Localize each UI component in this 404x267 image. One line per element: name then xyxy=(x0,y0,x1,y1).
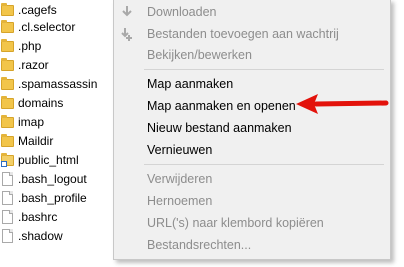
file-icon xyxy=(1,209,14,224)
file-icon xyxy=(1,190,14,205)
folder-icon xyxy=(1,38,14,53)
folder-icon xyxy=(1,76,14,91)
file-name: .bashrc xyxy=(18,209,58,224)
context-menu: Downloaden Bestanden toevoegen aan wacht… xyxy=(113,0,391,260)
folder-link-icon xyxy=(1,152,14,167)
menu-item-add-to-queue[interactable]: Bestanden toevoegen aan wachtrij xyxy=(114,23,390,45)
file-name: imap xyxy=(18,114,45,129)
folder-icon xyxy=(1,57,14,72)
folder-icon xyxy=(1,95,14,110)
file-icon xyxy=(1,171,14,186)
file-list-item[interactable]: public_html xyxy=(1,150,119,169)
file-name: .bash_logout xyxy=(18,171,87,186)
file-name: Maildir xyxy=(18,133,54,148)
file-list-item[interactable]: domains xyxy=(1,93,119,112)
file-name: .razor xyxy=(18,57,49,72)
menu-item-label: Vernieuwen xyxy=(147,143,213,157)
file-name: .php xyxy=(18,38,42,53)
file-name: domains xyxy=(18,95,64,110)
menu-item-label: URL('s) naar klembord kopiëren xyxy=(147,216,324,230)
file-list-item[interactable]: imap xyxy=(1,112,119,131)
menu-item-create-directory[interactable]: Map aanmaken xyxy=(114,73,390,95)
menu-item-label: Map aanmaken xyxy=(147,77,234,91)
file-list-item[interactable]: .php xyxy=(1,36,119,55)
menu-item-download[interactable]: Downloaden xyxy=(114,1,390,23)
file-list-item[interactable]: .shadow xyxy=(1,226,119,245)
menu-item-label: Map aanmaken en openen xyxy=(147,99,296,113)
download-arrow-icon xyxy=(120,5,134,19)
menu-item-label: Hernoemen xyxy=(147,194,213,208)
file-list-item[interactable]: .cl.selector xyxy=(1,17,119,36)
menu-item-file-permissions[interactable]: Bestandsrechten... xyxy=(114,234,390,256)
menu-item-label: Bestanden toevoegen aan wachtrij xyxy=(147,27,339,41)
file-name: .shadow xyxy=(18,228,63,243)
menu-item-label: Downloaden xyxy=(147,5,217,19)
menu-item-label: Bestandsrechten... xyxy=(147,238,252,252)
menu-separator xyxy=(144,69,384,70)
file-list-item[interactable]: .bash_profile xyxy=(1,188,119,207)
menu-item-view-edit[interactable]: Bekijken/bewerken xyxy=(114,44,390,66)
folder-icon xyxy=(1,133,14,148)
menu-item-copy-url[interactable]: URL('s) naar klembord kopiëren xyxy=(114,212,390,234)
remote-file-list: .cagefs .cl.selector .php .razor .spamas… xyxy=(0,0,120,267)
file-list-item[interactable]: Maildir xyxy=(1,131,119,150)
menu-item-create-new-file[interactable]: Nieuw bestand aanmaken xyxy=(114,117,390,139)
file-list-item[interactable]: .bash_logout xyxy=(1,169,119,188)
menu-item-delete[interactable]: Verwijderen xyxy=(114,168,390,190)
menu-item-label: Bekijken/bewerken xyxy=(147,48,252,62)
file-icon xyxy=(1,228,14,243)
menu-separator xyxy=(144,164,384,165)
file-name: .cagefs xyxy=(18,2,57,17)
file-list-item[interactable]: .spamassassin xyxy=(1,74,119,93)
file-list-item[interactable]: .razor xyxy=(1,55,119,74)
folder-icon xyxy=(1,114,14,129)
menu-item-label: Nieuw bestand aanmaken xyxy=(147,121,292,135)
annotation-arrow-icon xyxy=(296,94,389,114)
file-name: public_html xyxy=(18,152,79,167)
folder-icon xyxy=(1,19,14,34)
file-name: .spamassassin xyxy=(18,76,98,91)
file-list-item[interactable]: .bashrc xyxy=(1,207,119,226)
folder-icon xyxy=(1,2,14,17)
menu-item-refresh[interactable]: Vernieuwen xyxy=(114,139,390,161)
file-name: .bash_profile xyxy=(18,190,87,205)
file-name: .cl.selector xyxy=(18,19,76,34)
add-to-queue-icon xyxy=(120,27,134,41)
menu-item-rename[interactable]: Hernoemen xyxy=(114,190,390,212)
menu-item-label: Verwijderen xyxy=(147,172,213,186)
